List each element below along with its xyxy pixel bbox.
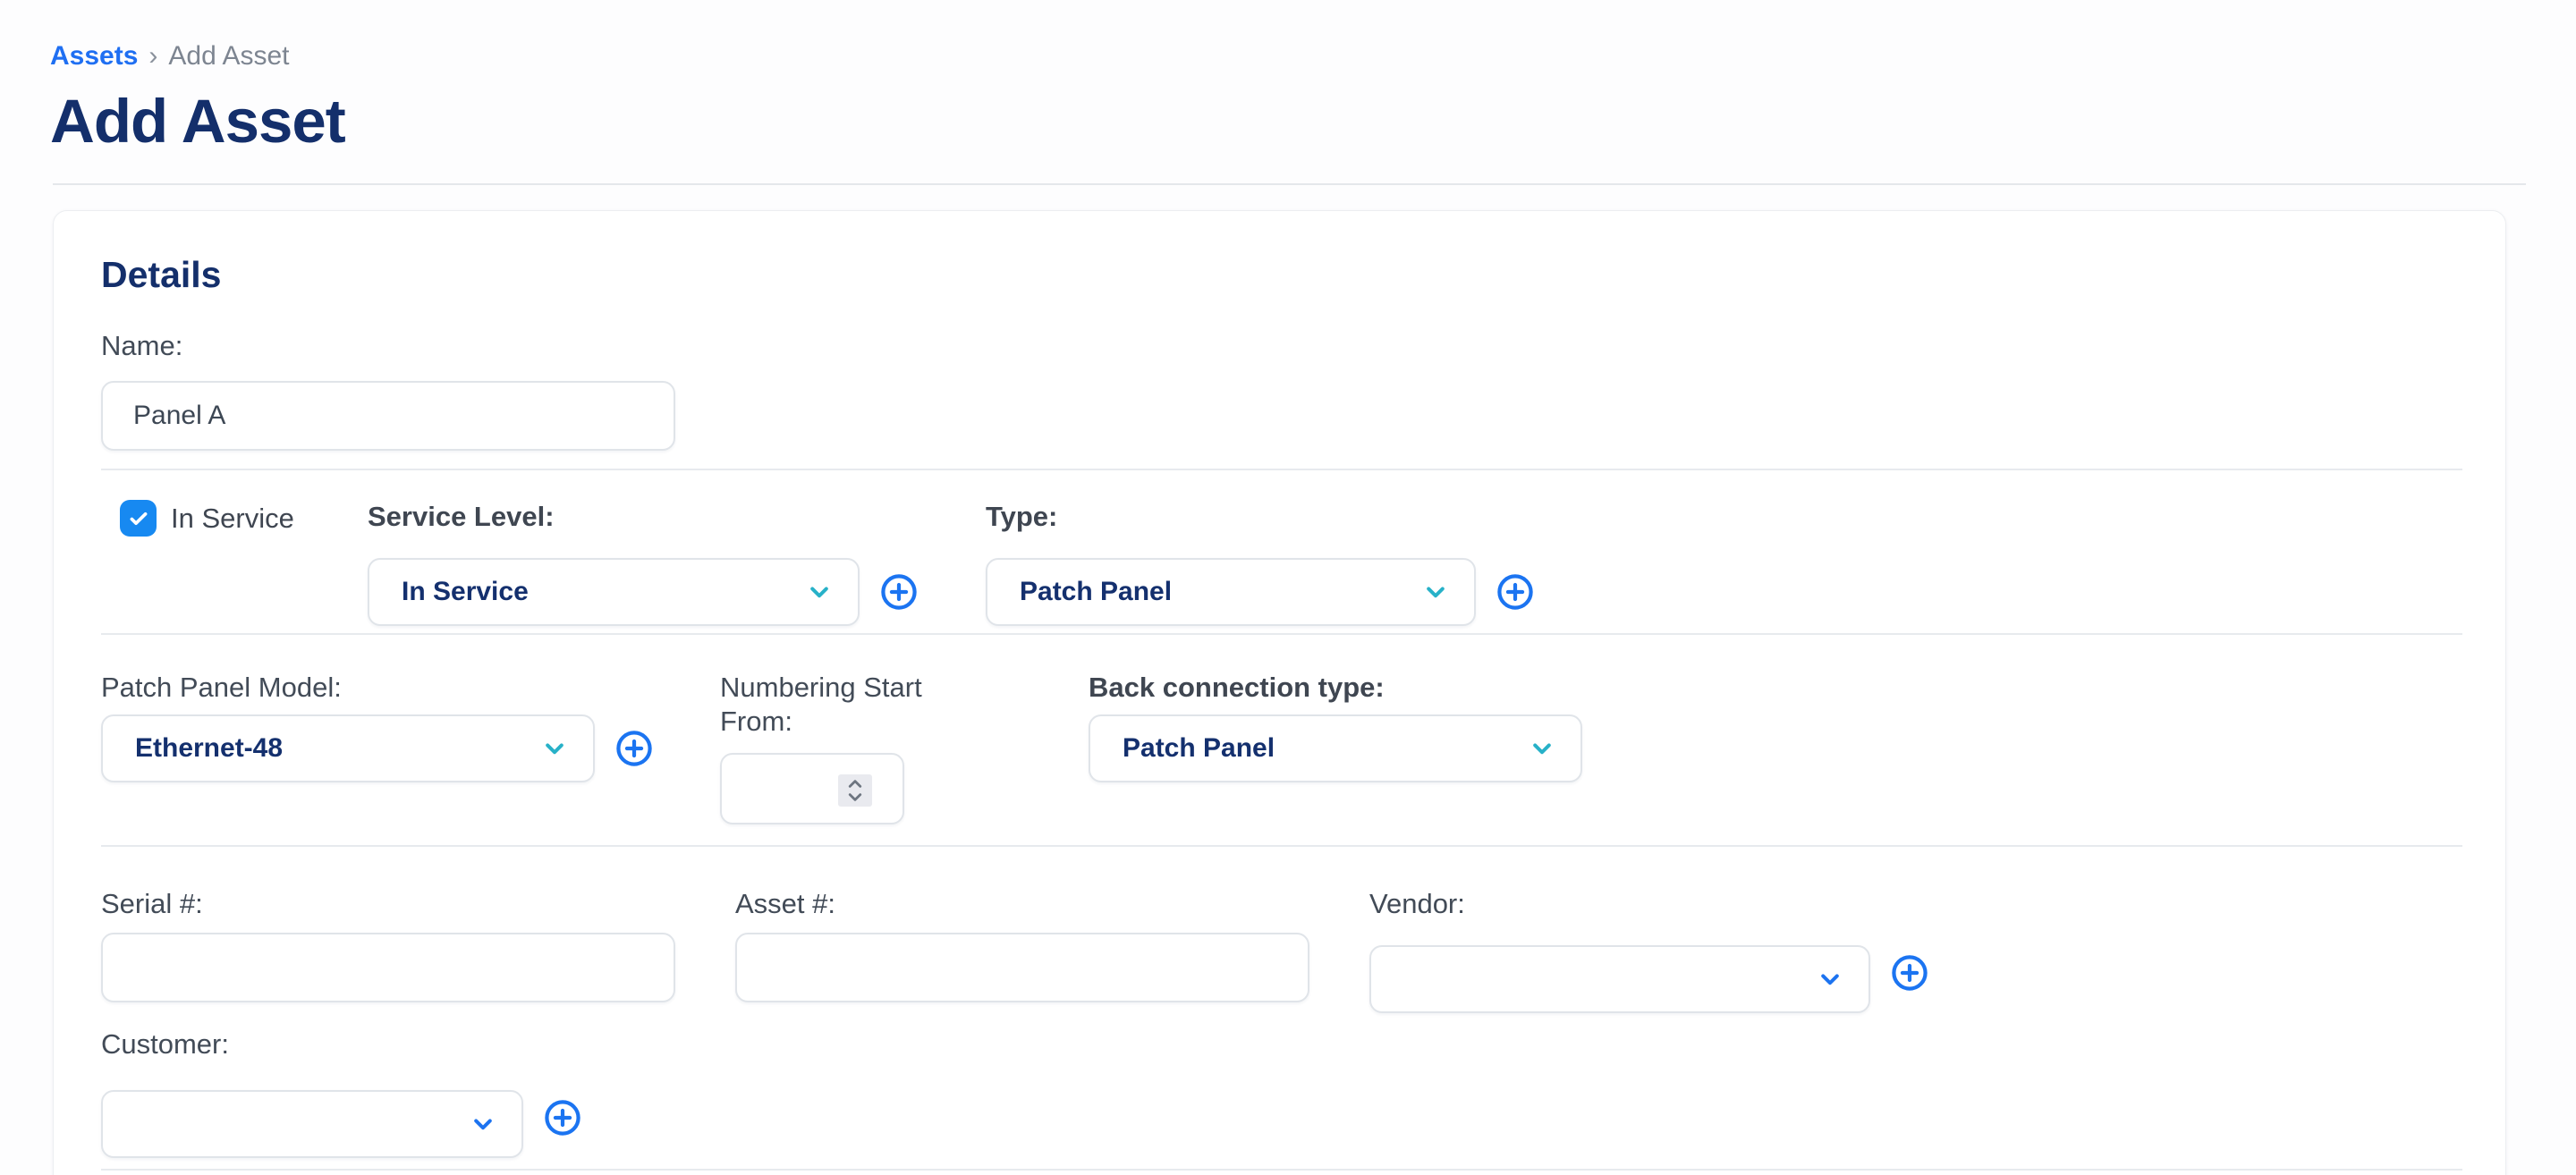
name-label: Name: <box>101 329 2462 362</box>
page-title: Add Asset <box>50 86 2526 156</box>
add-vendor-button[interactable] <box>1890 953 1929 993</box>
serial-row: Serial #: Asset #: Vendor: <box>101 847 2462 1171</box>
in-service-column: In Service <box>101 500 368 626</box>
checkmark-icon <box>127 507 150 530</box>
patch-panel-model-column: Patch Panel Model: Ethernet-48 <box>101 671 720 824</box>
chevron-down-icon <box>804 577 835 607</box>
section-heading: Details <box>101 254 2462 296</box>
type-label: Type: <box>986 500 1535 533</box>
customer-select[interactable] <box>101 1090 523 1158</box>
plus-circle-icon <box>1890 953 1929 993</box>
back-connection-type-select[interactable]: Patch Panel <box>1089 714 1582 782</box>
numbering-start-column: Numbering Start From: <box>720 671 1089 824</box>
add-patch-panel-model-button[interactable] <box>614 729 654 768</box>
customer-column: Customer: <box>101 1027 2462 1158</box>
vendor-label: Vendor: <box>1369 887 1929 920</box>
patch-panel-model-select[interactable]: Ethernet-48 <box>101 714 595 782</box>
patch-panel-model-value: Ethernet-48 <box>135 733 283 764</box>
serial-column: Serial #: <box>101 887 735 1013</box>
numbering-start-field[interactable] <box>720 753 904 824</box>
service-level-value: In Service <box>402 577 529 607</box>
plus-circle-icon <box>879 572 919 612</box>
numbering-start-input[interactable] <box>722 762 811 816</box>
type-value: Patch Panel <box>1020 577 1172 607</box>
model-row: Patch Panel Model: Ethernet-48 <box>101 635 2462 846</box>
customer-label: Customer: <box>101 1027 2462 1061</box>
plus-circle-icon <box>1496 572 1535 612</box>
in-service-label: In Service <box>171 503 294 535</box>
asset-number-label: Asset #: <box>735 887 1369 920</box>
vendor-select[interactable] <box>1369 945 1870 1013</box>
service-level-column: Service Level: In Service <box>368 500 986 626</box>
type-select[interactable]: Patch Panel <box>986 558 1476 626</box>
breadcrumb-current: Add Asset <box>168 41 289 72</box>
back-connection-type-column: Back connection type: Patch Panel <box>1089 671 1582 824</box>
plus-circle-icon <box>543 1098 582 1137</box>
chevron-down-icon <box>1527 733 1557 764</box>
chevron-down-icon <box>468 1109 498 1139</box>
back-connection-type-value: Patch Panel <box>1123 733 1275 764</box>
service-level-select[interactable]: In Service <box>368 558 860 626</box>
chevron-down-icon <box>1420 577 1451 607</box>
patch-panel-model-label: Patch Panel Model: <box>101 671 720 704</box>
asset-number-column: Asset #: <box>735 887 1369 1013</box>
plus-circle-icon <box>614 729 654 768</box>
service-row: In Service Service Level: In Service <box>101 470 2462 635</box>
page-header: Assets › Add Asset Add Asset <box>0 0 2576 156</box>
in-service-checkbox[interactable] <box>120 500 157 537</box>
add-service-level-button[interactable] <box>879 572 919 612</box>
details-card: Details Name: In Service Service Level: <box>53 210 2506 1175</box>
serial-input[interactable] <box>101 933 675 1002</box>
name-input[interactable] <box>101 381 675 451</box>
numbering-start-label: Numbering Start From: <box>720 671 935 737</box>
breadcrumb-assets-link[interactable]: Assets <box>50 41 138 72</box>
chevron-down-icon <box>1815 964 1845 994</box>
back-connection-type-label: Back connection type: <box>1089 671 1582 704</box>
in-service-checkbox-group[interactable]: In Service <box>120 500 368 537</box>
add-customer-button[interactable] <box>543 1098 582 1137</box>
asset-number-input[interactable] <box>735 933 1309 1002</box>
add-asset-page: Assets › Add Asset Add Asset Details Nam… <box>0 0 2576 1175</box>
chevron-right-icon: › <box>148 41 157 72</box>
chevron-down-icon <box>539 733 570 764</box>
serial-label: Serial #: <box>101 887 735 920</box>
add-type-button[interactable] <box>1496 572 1535 612</box>
vendor-column: Vendor: <box>1369 887 1929 1013</box>
name-row: Name: <box>101 329 2462 470</box>
type-column: Type: Patch Panel <box>986 500 1535 626</box>
header-divider <box>53 183 2526 185</box>
breadcrumb: Assets › Add Asset <box>50 41 2526 72</box>
number-stepper[interactable] <box>838 774 872 807</box>
service-level-label: Service Level: <box>368 500 986 533</box>
up-down-arrows-icon <box>844 777 866 804</box>
